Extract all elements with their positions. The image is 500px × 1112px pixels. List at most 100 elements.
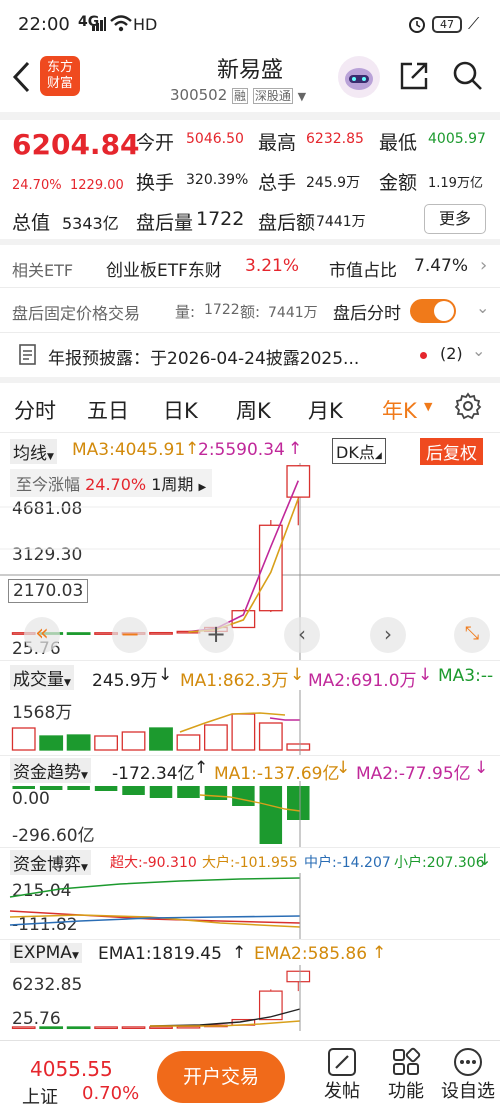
caret-down-icon: ▼: [64, 678, 71, 688]
up-arrow-icon: ↑: [288, 439, 303, 459]
scroll-left-button[interactable]: «: [24, 617, 60, 653]
post-button[interactable]: 发帖: [314, 1045, 370, 1111]
search-icon[interactable]: [452, 60, 484, 96]
expma-selector[interactable]: EXPMA▼: [10, 943, 82, 963]
chevron-down-icon: ▼: [297, 90, 307, 103]
etf-share-value: 7.47%: [414, 256, 469, 276]
volume-ma2: MA2:691.0万: [308, 671, 417, 691]
open-label: 今开: [136, 132, 175, 154]
zoom-in-button[interactable]: +: [198, 617, 234, 653]
gear-icon[interactable]: [454, 392, 482, 424]
after-amt-value: 7441万: [316, 214, 366, 230]
hd-label: HD: [133, 15, 158, 34]
tab-minute[interactable]: 分时: [14, 395, 56, 425]
turnover-label: 换手: [136, 172, 175, 194]
high-value: 6232.85: [306, 131, 364, 147]
bottom-bar: 4055.55 上证 0.70% 开户交易 发帖 功能 设自选: [0, 1040, 500, 1111]
fund-trend-selector[interactable]: 资金趋势▼: [10, 758, 91, 783]
volume-selector-label: 成交量: [13, 670, 64, 690]
mcap-value: 5343亿: [62, 214, 119, 233]
next-button[interactable]: ›: [370, 617, 406, 653]
notice-row[interactable]: 年报预披露：于2026-04-24披露2025... (2) ⌄: [0, 333, 500, 377]
status-time: 22:00: [18, 14, 70, 35]
notice-text: 年报预披露：于2026-04-24披露2025...: [48, 349, 360, 369]
fund-game-chart: [9, 873, 301, 939]
function-label: 功能: [388, 1081, 424, 1102]
etf-label: 相关ETF: [12, 261, 74, 280]
function-button[interactable]: 功能: [378, 1045, 434, 1111]
index-value: 4055.55: [30, 1057, 113, 1081]
margin-badge: 融: [232, 88, 249, 104]
volume-label: 总手: [258, 172, 297, 194]
zoom-out-button[interactable]: −: [112, 617, 148, 653]
signal-bars-icon: [92, 16, 106, 31]
after-vol-value: 1722: [196, 208, 245, 230]
fund-trend-bar: [67, 786, 90, 790]
ma-selector[interactable]: 均线▼: [10, 439, 57, 464]
expma-ema1: EMA1:1819.45: [98, 944, 222, 964]
fund-game-selector[interactable]: 资金博弈▼: [10, 850, 91, 875]
chevron-down-icon[interactable]: ⌄: [476, 298, 489, 317]
more-button[interactable]: 更多: [424, 204, 486, 234]
after-amt-label: 盘后额: [258, 212, 316, 234]
chevron-down-icon: ⌄: [472, 341, 486, 360]
etf-row[interactable]: 相关ETF 创业板ETF东财 3.21% 市值占比 7.47% ›: [0, 245, 500, 287]
volume-bar: [39, 735, 64, 751]
after-hours-amt: 7441万: [268, 305, 318, 321]
volume-ma2-line: [269, 717, 300, 721]
index-name: 上证: [22, 1087, 58, 1108]
fund-trend-panel: 资金趋势▼ -172.34亿 ↑ MA1:-137.69亿 ↓ MA2:-77.…: [0, 755, 500, 847]
dk-point-label: DK点: [336, 443, 375, 462]
volume-value: 245.9万: [306, 175, 361, 191]
caret-down-icon: ▼: [81, 771, 88, 781]
expma-panel: EXPMA▼ EMA1:1819.45 ↑ EMA2:585.86 ↑ 6232…: [0, 939, 500, 1031]
fund-trend-bar: [204, 786, 228, 800]
down-arrow-icon: ↓: [418, 665, 433, 685]
volume-bar: [176, 734, 201, 751]
stock-code-row[interactable]: 300502 融 深股通 ▼: [170, 86, 306, 104]
restore-button[interactable]: 后复权: [420, 438, 483, 465]
tab-five-day[interactable]: 五日: [87, 395, 129, 425]
volume-chart: [11, 690, 311, 755]
candle: [149, 631, 173, 635]
turnover-value: 320.39%: [186, 172, 249, 188]
tab-year-k[interactable]: 年K: [382, 395, 417, 425]
after-hours-toggle[interactable]: [410, 299, 456, 323]
trade-button[interactable]: 开户交易: [157, 1051, 285, 1103]
small-investor-line: [9, 877, 301, 898]
stock-code: 300502: [170, 86, 228, 104]
notice-dot: [420, 352, 427, 359]
fund-game-mid: 中户:-14.207: [304, 855, 391, 871]
down-arrow-icon: ↓: [158, 665, 173, 685]
robot-avatar-icon[interactable]: [338, 56, 380, 98]
settings-button[interactable]: 设自选: [436, 1045, 500, 1111]
fullscreen-icon[interactable]: ⤡: [454, 617, 490, 653]
candle: [121, 1026, 146, 1030]
prev-button[interactable]: ‹: [284, 617, 320, 653]
candle: [94, 1026, 118, 1030]
volume-ma1: MA1:862.3万: [180, 671, 289, 691]
volume-selector[interactable]: 成交量▼: [10, 665, 74, 690]
edit-icon: [327, 1047, 357, 1077]
fund-game-small: 小户:207.306: [394, 855, 485, 871]
kline-panel: 均线▼ MA3:4045.91 ↑ 2:5590.34 ↑ DK点◢ 后复权 至…: [0, 433, 500, 660]
tab-month-k[interactable]: 月K: [308, 395, 343, 425]
tab-week-k[interactable]: 周K: [236, 395, 271, 425]
dk-point-button[interactable]: DK点◢: [332, 438, 386, 464]
volume-panel: 成交量▼ 245.9万 ↓ MA1:862.3万 ↓ MA2:691.0万 ↓ …: [0, 660, 500, 755]
wifi-icon: [110, 14, 132, 36]
caret-icon: ◢: [374, 451, 382, 461]
current-price: 6204.84: [12, 128, 140, 161]
kline-chart[interactable]: [0, 463, 500, 660]
notice-count: (2): [440, 344, 463, 363]
mid-line: [9, 915, 301, 926]
tab-day-k[interactable]: 日K: [163, 395, 198, 425]
index-quote[interactable]: 4055.55 上证 0.70%: [0, 1041, 150, 1112]
share-icon[interactable]: [398, 60, 430, 96]
fund-game-label: 资金博弈: [13, 855, 81, 875]
quote-panel: 6204.84 24.70% 1229.00 今开 5046.50 最高 623…: [0, 120, 500, 245]
amount-label: 金额: [379, 172, 418, 194]
etf-share-label: 市值占比: [329, 261, 397, 281]
fund-game-large: 大户:-101.955: [202, 855, 298, 871]
status-arrow-icon: ⟋: [468, 14, 480, 33]
